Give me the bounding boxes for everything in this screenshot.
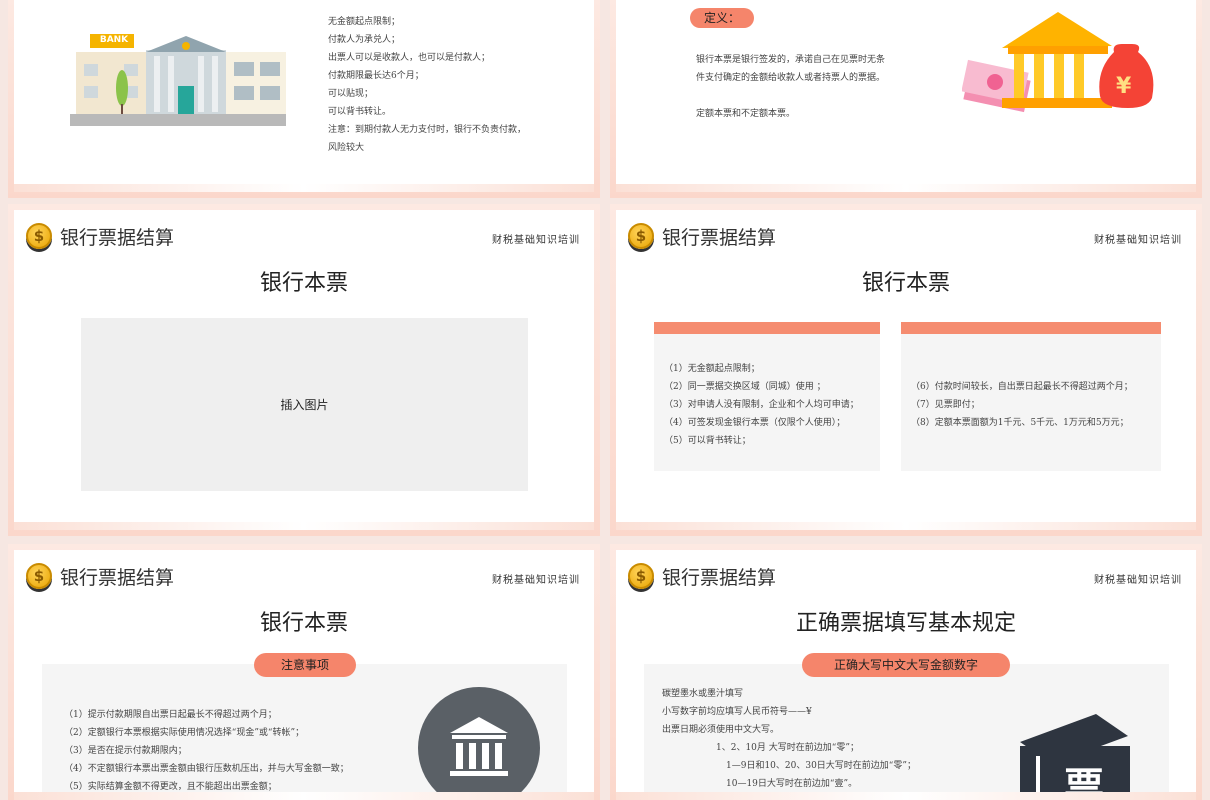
rules-list: 碳塑墨水或墨汁填写 小写数字前均应填写人民币符号——¥ 出票日期必须使用中文大写… <box>662 685 992 793</box>
list-item: （4）不定额银行本票出票金额由银行压数机压出，并与大写金额一致； <box>64 764 349 774</box>
definition-note: 定额本票和不定额本票。 <box>696 109 796 119</box>
slide-notes[interactable]: $ 银行票据结算 财税基础知识培训 银行本票 注意事项 （1）提示付款期限自出票… <box>14 550 594 800</box>
rule-line: 10—19日大写时在前边加“壹”。 <box>726 779 858 789</box>
feature-line: 风险较大 <box>328 143 365 153</box>
slide-bank-features[interactable]: BANK 无金额起点限制； 付款人为承兑人； 出票人可以是收款人，也可以是付款人… <box>14 0 594 192</box>
feature-line: 注意：到期付款人无力支付时，银行不负责付款， <box>328 125 527 135</box>
slide-header: $ 银行票据结算 <box>628 562 776 590</box>
slide-header: $ 银行票据结算 <box>26 562 174 590</box>
slide-title: 银行本票 <box>861 271 950 296</box>
rule-line: 小写数字前均应填写人民币符号——¥ <box>662 707 812 717</box>
bank-icon <box>450 717 508 776</box>
list-item: （1）无金额起点限制； <box>664 364 760 374</box>
bank-sign: BANK <box>99 35 129 45</box>
features-list: 无金额起点限制； 付款人为承兑人； 出票人可以是收款人，也可以是付款人； 付款期… <box>328 13 588 157</box>
list-item: （3）对申请人没有限制，企业和个人均可申请； <box>664 400 859 410</box>
feature-line: 可以背书转让。 <box>328 107 392 117</box>
course-name: 财税基础知识培训 <box>492 235 580 246</box>
slide-title: 正确票据填写基本规定 <box>795 611 1016 636</box>
slide-title: 银行本票 <box>259 271 348 296</box>
list-item: （7）见票即付； <box>911 400 980 410</box>
feature-line: 出票人可以是收款人，也可以是付款人； <box>328 53 491 63</box>
left-card: （1）无金额起点限制； （2）同一票据交换区域（同城）使用 ； （3）对申请人没… <box>654 334 880 471</box>
left-card-bar <box>654 322 880 334</box>
header-title: 银行票据结算 <box>60 566 175 589</box>
definition-line: 银行本票是银行签发的，承诺自己在见票时无条 <box>696 55 886 65</box>
course-name: 财税基础知识培训 <box>1094 575 1182 586</box>
feature-line: 可以贴现； <box>328 89 374 99</box>
slide-grid: BANK 无金额起点限制； 付款人为承兑人； 出票人可以是收款人，也可以是付款人… <box>0 0 1210 800</box>
rule-line: 1—9日和10、20、30日大写时在前边加“零”； <box>726 761 917 771</box>
list-item: （3）是否在提示付款期限内； <box>64 746 187 756</box>
course-name: 财税基础知识培训 <box>492 575 580 586</box>
rule-line: 出票日期必须使用中文大写。 <box>662 725 780 735</box>
list-item: （4）可签发现金银行本票（仅限个人使用）； <box>664 418 846 428</box>
coin-icon: $ <box>26 223 52 249</box>
definition-text: 银行本票是银行签发的，承诺自己在见票时无条 件支付确定的金额给收款人或者持票人的… <box>696 51 956 123</box>
right-card: （6）付款时间较长，自出票日起最长不得超过两个月； （7）见票即付； （8）定额… <box>901 334 1161 471</box>
slide-header: $ 银行票据结算 <box>628 222 776 250</box>
slide-filling-rules[interactable]: $ 银行票据结算 财税基础知识培训 正确票据填写基本规定 正确大写中文大写金额数… <box>616 550 1196 800</box>
list-item: （5）可以背书转让； <box>664 436 751 446</box>
ticket-char: 票 <box>1064 765 1104 800</box>
list-item: （2）定额银行本票根据实际使用情况选择“现金”或“转帐”； <box>64 728 305 738</box>
list-item: （8）定额本票面额为1千元、5千元、1万元和5万元； <box>911 418 1129 428</box>
slide-title: 银行本票 <box>259 611 348 636</box>
bank-money-illustration <box>962 12 1154 113</box>
rules-pill: 正确大写中文大写金额数字 <box>802 653 1010 677</box>
yen-symbol: ¥ <box>1116 74 1132 99</box>
coin-icon: $ <box>26 563 52 589</box>
right-card-list: （6）付款时间较长，自出票日起最长不得超过两个月； （7）见票即付； （8）定额… <box>911 378 1161 432</box>
slide-header: $ 银行票据结算 <box>26 222 174 250</box>
notes-list: （1）提示付款期限自出票日起最长不得超过两个月； （2）定额银行本票根据实际使用… <box>64 706 394 796</box>
left-card-list: （1）无金额起点限制； （2）同一票据交换区域（同城）使用 ； （3）对申请人没… <box>664 360 880 450</box>
slide-bank-draft-list[interactable]: $ 银行票据结算 财税基础知识培训 银行本票 （1）无金额起点限制； （2）同一… <box>616 210 1196 530</box>
feature-line: 付款人为承兑人； <box>328 35 401 45</box>
feature-line: 无金额起点限制； <box>328 17 401 27</box>
list-item: （1）提示付款期限自出票日起最长不得超过两个月； <box>64 710 277 720</box>
header-title: 银行票据结算 <box>662 226 777 249</box>
right-card-bar <box>901 322 1161 334</box>
rule-line: 碳塑墨水或墨汁填写 <box>662 689 744 699</box>
rule-line: 1、2、10月 大写时在前边加“零”； <box>716 743 859 753</box>
course-name: 财税基础知识培训 <box>1094 235 1182 246</box>
definition-tag: 定义： <box>690 8 754 28</box>
list-item: （6）付款时间较长，自出票日起最长不得超过两个月； <box>911 382 1133 392</box>
slide-image-placeholder[interactable]: $ 银行票据结算 财税基础知识培训 银行本票 插入图片 <box>14 210 594 530</box>
coin-icon: $ <box>628 563 654 589</box>
list-item: （5）实际结算金额不得更改，且不能超出出票金额； <box>64 782 277 792</box>
definition-line: 件支付确定的金额给收款人或者持票人的票据。 <box>696 73 886 83</box>
notes-pill: 注意事项 <box>254 653 356 677</box>
header-title: 银行票据结算 <box>662 566 777 589</box>
bank-icon-circle <box>418 687 540 800</box>
list-item: （2）同一票据交换区域（同城）使用 ； <box>664 382 826 392</box>
feature-line: 付款期限最长达6个月； <box>328 71 424 81</box>
placeholder-label: 插入图片 <box>280 398 329 412</box>
slide-definition[interactable]: 定义： 银行本票是银行签发的，承诺自己在见票时无条 件支付确定的金额给收款人或者… <box>616 0 1196 192</box>
image-placeholder[interactable]: 插入图片 <box>81 318 528 491</box>
coin-icon: $ <box>628 223 654 249</box>
header-title: 银行票据结算 <box>60 226 175 249</box>
